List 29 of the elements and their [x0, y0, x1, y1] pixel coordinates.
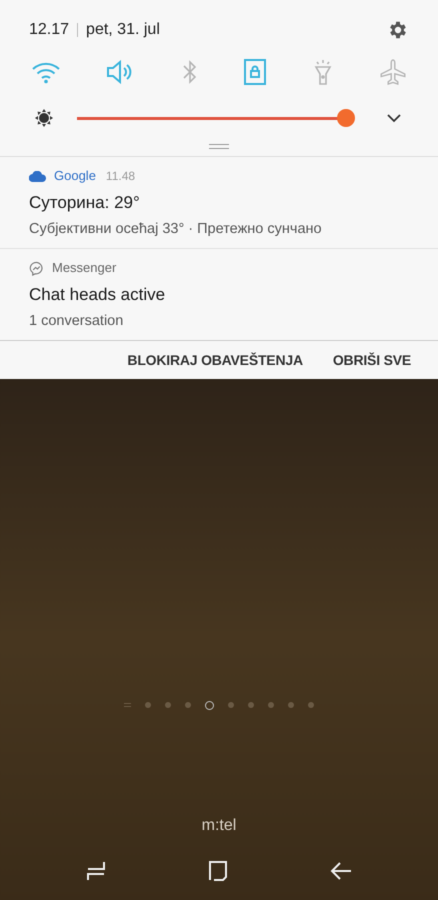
- page-indicator[interactable]: [205, 700, 214, 710]
- back-arrow-icon[interactable]: [330, 861, 352, 881]
- slider-thumb[interactable]: [336, 109, 355, 127]
- notification-card[interactable]: Google 11.48 Суторина: 29° Субјективни осећај 33° · Претежно сунчано: [0, 157, 438, 248]
- notification-text: 1 conversation: [29, 312, 124, 331]
- home-icon[interactable]: [208, 860, 228, 882]
- cloud-icon: [29, 170, 46, 182]
- brightness-icon: [34, 108, 54, 128]
- notification-text: Субјективни осећај 33° · Претежно сунчано: [29, 220, 323, 239]
- drag-handle[interactable]: [209, 144, 229, 149]
- chevron-down-icon[interactable]: [386, 113, 402, 123]
- notification-time: 11.48: [106, 168, 136, 185]
- flashlight-icon[interactable]: [312, 58, 334, 86]
- app-name: Messenger: [52, 259, 116, 278]
- date-text: pet, 31. jul: [86, 20, 160, 40]
- notification-title: Chat heads active: [29, 284, 166, 306]
- recent-apps-icon[interactable]: [86, 860, 106, 882]
- notification-title: Суторина: 29°: [29, 192, 141, 214]
- wifi-icon[interactable]: [31, 60, 61, 84]
- clock-time: 12.17: [29, 20, 70, 40]
- action-button[interactable]: OBRIŠI SVE: [332, 350, 411, 370]
- airplane-icon[interactable]: [378, 58, 407, 86]
- lock-icon[interactable]: [243, 58, 268, 86]
- action-button[interactable]: BLOKIRAJ OBAVEŠTENJA: [127, 350, 303, 370]
- app-name: Google: [54, 167, 96, 186]
- chat-bubble-icon: [29, 260, 44, 276]
- carrier-name: m:tel: [202, 816, 236, 836]
- bluetooth-icon[interactable]: [180, 59, 199, 85]
- page-list-indicator[interactable]: [124, 703, 131, 707]
